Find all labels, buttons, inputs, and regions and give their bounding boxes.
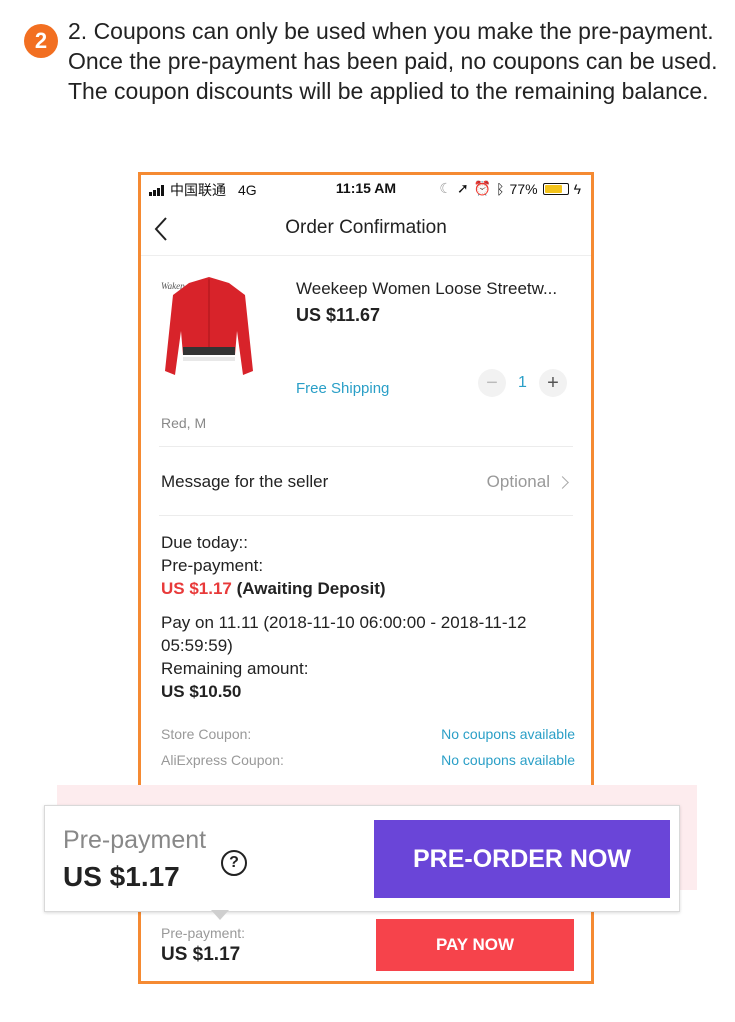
charging-icon: ϟ — [573, 180, 581, 197]
divider — [159, 515, 573, 516]
prepayment-label: Pre-payment: — [161, 556, 264, 575]
alarm-icon: ⏰ — [473, 180, 492, 196]
aliexpress-coupon-row[interactable]: AliExpress Coupon: No coupons available — [161, 752, 575, 768]
remaining-summary: Pay on 11.11 (2018-11-10 06:00:00 - 2018… — [161, 611, 571, 703]
payment-summary: Due today:: Pre-payment: US $1.17 (Await… — [161, 531, 571, 600]
remaining-amount: US $10.50 — [161, 682, 242, 701]
callout-prepayment-label: Pre-payment — [63, 826, 207, 854]
aliexpress-coupon-label: AliExpress Coupon: — [161, 752, 284, 768]
red-jacket-image[interactable]: Wakep — [159, 271, 259, 401]
moon-icon: ☾ — [439, 180, 452, 196]
location-icon: ➚ — [456, 180, 469, 196]
battery-icon — [542, 182, 569, 195]
remaining-label: Remaining amount: — [161, 659, 309, 678]
step-instructions: 2. Coupons can only be used when you mak… — [68, 18, 718, 104]
bluetooth-icon: ᛒ — [496, 180, 505, 197]
battery-percent: 77% — [509, 180, 538, 197]
bottom-prepayment-amount: US $1.17 — [161, 944, 241, 965]
product-variant: Red, M — [161, 415, 207, 431]
bottom-prepayment-label: Pre-payment: — [161, 925, 246, 941]
callout-prepayment-amount: US $1.17 — [63, 861, 180, 892]
quantity-value: 1 — [518, 374, 527, 391]
seller-message-placeholder: Optional — [486, 472, 550, 491]
prepayment-line: US $1.17 (Awaiting Deposit) — [161, 577, 571, 600]
step-number-badge: 2 — [24, 24, 58, 58]
seller-message-label: Message for the seller — [161, 472, 329, 491]
prepayment-callout: Pre-payment US $1.17 ? PRE-ORDER NOW — [44, 805, 680, 912]
plus-icon[interactable]: + — [538, 369, 567, 397]
product-price: US $11.67 — [296, 305, 381, 325]
seller-message-row[interactable]: Message for the seller Optional — [161, 472, 581, 492]
chevron-right-icon — [556, 475, 569, 489]
page-title: Order Confirmation — [285, 217, 447, 238]
product-name[interactable]: Weekeep Women Loose Streetw... — [296, 279, 557, 299]
prepayment-status: (Awaiting Deposit) — [236, 579, 386, 598]
prepayment-amount: US $1.17 — [161, 579, 232, 598]
divider — [159, 446, 573, 447]
pre-order-now-button[interactable]: PRE-ORDER NOW — [374, 820, 670, 898]
nav-bar: Order Confirmation — [141, 205, 591, 256]
due-today-label: Due today:: — [161, 533, 248, 552]
quantity-stepper: − 1 + — [478, 369, 567, 397]
callout-pointer — [211, 910, 229, 920]
help-icon[interactable]: ? — [221, 850, 247, 876]
minus-icon[interactable]: − — [478, 369, 506, 397]
status-bar: 中国联通 4G 11:15 AM ☾ ➚ ⏰ ᛒ 77% ϟ — [141, 175, 591, 201]
store-coupon-label: Store Coupon: — [161, 726, 252, 742]
shipping-label[interactable]: Free Shipping — [296, 380, 389, 397]
pay-on-text: Pay on 11.11 (2018-11-10 06:00:00 - 2018… — [161, 613, 527, 655]
pay-now-button[interactable]: PAY NOW — [376, 919, 574, 971]
store-coupon-row[interactable]: Store Coupon: No coupons available — [161, 726, 575, 742]
store-coupon-value: No coupons available — [441, 726, 575, 742]
aliexpress-coupon-value: No coupons available — [441, 752, 575, 768]
